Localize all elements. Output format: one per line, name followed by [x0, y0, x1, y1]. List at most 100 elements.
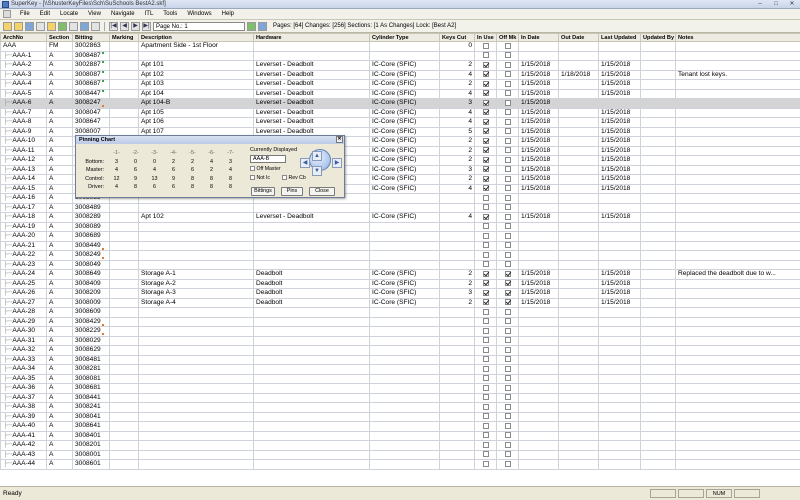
column-header[interactable]: Out Date — [558, 33, 599, 42]
in-use-checkbox[interactable] — [482, 128, 489, 134]
cell-updated-by[interactable] — [640, 383, 676, 394]
cell-bitting[interactable]: 3008209 — [72, 288, 110, 299]
cell-out-date[interactable] — [558, 60, 599, 71]
off-mk-checkbox[interactable] — [504, 451, 511, 457]
cell-out-date[interactable] — [558, 212, 599, 223]
cell-marking[interactable] — [109, 69, 139, 80]
cell-bitting[interactable]: 3008681 — [72, 383, 110, 394]
cell-section[interactable]: A — [46, 193, 73, 204]
cell-marking[interactable] — [109, 411, 139, 422]
cell-marking[interactable] — [109, 202, 139, 213]
in-use-checkbox[interactable] — [482, 270, 489, 277]
cell-out-date[interactable] — [558, 288, 599, 299]
cell-out-date[interactable] — [558, 345, 599, 356]
cell-in-date[interactable]: 1/15/2018 — [518, 212, 559, 223]
add-record-icon[interactable] — [58, 21, 67, 31]
cell-archno[interactable]: ├─AAA-43 — [0, 449, 47, 460]
off-mk-checkbox[interactable] — [504, 185, 511, 191]
cell-cylinder-type[interactable] — [369, 193, 440, 204]
cell-out-date[interactable] — [558, 174, 599, 185]
maximize-icon[interactable]: □ — [768, 0, 784, 9]
in-use-checkbox[interactable] — [482, 194, 489, 201]
cell-marking[interactable] — [109, 231, 139, 242]
next-page-icon[interactable]: ▶ — [131, 21, 140, 31]
in-use-checkbox[interactable] — [482, 137, 489, 144]
cell-updated-by[interactable] — [640, 364, 676, 375]
cell-marking[interactable] — [109, 240, 139, 251]
cell-section[interactable]: A — [46, 440, 73, 451]
cell-notes[interactable] — [675, 383, 800, 394]
cell-updated-by[interactable] — [640, 231, 676, 242]
table-row[interactable]: ├─AAA-5 A 3008447 Apt 104 Leverset - Deadbol… — [0, 88, 800, 99]
cell-section[interactable]: A — [46, 79, 73, 90]
cell-archno[interactable]: ├─AAA-10 — [0, 136, 47, 147]
cell-bitting[interactable]: 3008087 — [72, 69, 110, 80]
cell-description[interactable] — [138, 440, 254, 451]
cell-section[interactable]: A — [46, 231, 73, 242]
off-mk-checkbox[interactable] — [504, 280, 511, 286]
off-mk-checkbox[interactable] — [504, 71, 511, 77]
cell-notes[interactable] — [675, 145, 800, 156]
menu-windows[interactable]: Windows — [182, 11, 216, 17]
cell-marking[interactable] — [109, 259, 139, 270]
cell-keys-cut[interactable] — [439, 50, 475, 61]
cell-hardware[interactable] — [253, 250, 370, 261]
cell-updated-by[interactable] — [640, 326, 676, 337]
cell-out-date[interactable] — [558, 459, 599, 470]
cell-archno[interactable]: ├─AAA-14 — [0, 174, 47, 185]
cell-marking[interactable] — [109, 88, 139, 99]
cell-marking[interactable] — [109, 307, 139, 318]
cell-updated-by[interactable] — [640, 421, 676, 432]
cell-updated-by[interactable] — [640, 316, 676, 327]
cell-out-date[interactable] — [558, 335, 599, 346]
off-mk-checkbox[interactable] — [504, 432, 511, 438]
cell-updated-by[interactable] — [640, 155, 676, 166]
in-use-checkbox[interactable] — [482, 71, 489, 77]
off-master-checkbox[interactable]: Off Master — [250, 166, 281, 172]
in-use-checkbox[interactable] — [482, 147, 489, 153]
cell-bitting[interactable]: 3008609 — [72, 307, 110, 318]
cell-updated-by[interactable] — [640, 411, 676, 422]
off-mk-checkbox[interactable] — [504, 441, 511, 448]
cell-description[interactable] — [138, 240, 254, 251]
cell-updated-by[interactable] — [640, 136, 676, 147]
cell-hardware[interactable] — [253, 345, 370, 356]
cell-cylinder-type[interactable] — [369, 240, 440, 251]
cell-archno[interactable]: ├─AAA-20 — [0, 231, 47, 242]
cell-hardware[interactable] — [253, 326, 370, 337]
cell-last-updated[interactable] — [598, 50, 641, 61]
cell-archno[interactable]: ├─AAA-1 — [0, 50, 47, 61]
cell-in-date[interactable] — [518, 202, 559, 213]
cell-section[interactable]: A — [46, 212, 73, 223]
off-mk-checkbox[interactable] — [504, 99, 511, 106]
in-use-checkbox[interactable] — [482, 327, 489, 334]
cell-section[interactable]: A — [46, 240, 73, 251]
cell-hardware[interactable] — [253, 449, 370, 460]
off-mk-checkbox[interactable] — [504, 327, 511, 334]
cell-bitting[interactable]: 3008487 — [72, 50, 110, 61]
cell-notes[interactable] — [675, 326, 800, 337]
cell-out-date[interactable] — [558, 202, 599, 213]
cell-in-date[interactable]: 1/15/2018 — [518, 79, 559, 90]
cell-cylinder-type[interactable] — [369, 221, 440, 232]
cell-notes[interactable] — [675, 202, 800, 213]
cell-archno[interactable]: ├─AAA-27 — [0, 297, 47, 308]
cell-description[interactable] — [138, 231, 254, 242]
cell-in-date[interactable] — [518, 392, 559, 403]
cell-hardware[interactable] — [253, 402, 370, 413]
cell-cylinder-type[interactable] — [369, 259, 440, 270]
table-row[interactable]: ├─AAA-18 A 3008289 Apt 102 Leverset - Deadbo… — [0, 212, 800, 223]
column-header[interactable]: Marking — [109, 33, 139, 42]
cell-last-updated[interactable]: 1/15/2018 — [598, 278, 641, 289]
off-mk-checkbox[interactable] — [504, 261, 511, 267]
cell-hardware[interactable]: Leverset - Deadbolt — [253, 98, 370, 109]
table-row[interactable]: ├─AAA-31 A 3008029 — [0, 335, 800, 346]
table-row[interactable]: AAA FM 3002863 Apartment Side - 1st Floor 0 — [0, 41, 800, 52]
off-mk-checkbox[interactable] — [504, 365, 511, 372]
cell-in-date[interactable] — [518, 411, 559, 422]
close-button[interactable]: Close — [309, 187, 335, 196]
cell-section[interactable]: A — [46, 117, 73, 128]
cell-keys-cut[interactable] — [439, 259, 475, 270]
print-icon[interactable] — [36, 21, 45, 31]
cell-keys-cut[interactable] — [439, 221, 475, 232]
